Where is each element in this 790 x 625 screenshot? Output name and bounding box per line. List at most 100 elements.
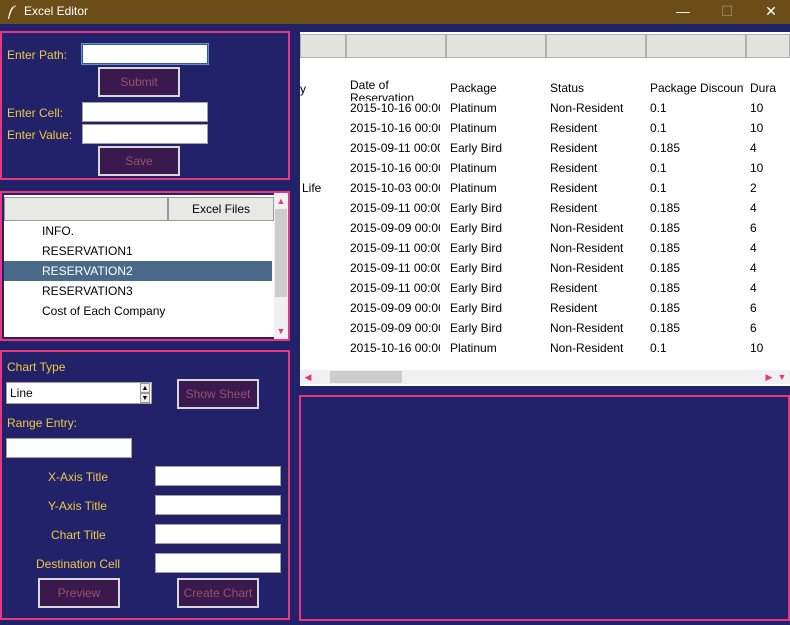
table-cell: Early Bird xyxy=(450,301,503,315)
table-cell: 0.1 xyxy=(650,101,667,115)
cell-label: Enter Cell: xyxy=(7,106,64,120)
table-cell: 4 xyxy=(750,241,757,255)
table-cell: 0.185 xyxy=(650,221,681,235)
table-cell: 2015-10-16 00:00:00 xyxy=(350,161,440,175)
list-item-selected[interactable]: RESERVATION2 xyxy=(4,261,272,281)
x-axis-label: X-Axis Title xyxy=(48,470,109,484)
table-cell xyxy=(302,98,346,118)
table-cell: 2015-10-16 00:00:00 xyxy=(350,121,440,135)
table-cell: Platinum xyxy=(450,341,497,355)
table-cell xyxy=(302,258,346,278)
table-cell: 0.1 xyxy=(650,341,667,355)
range-label: Range Entry: xyxy=(7,416,78,430)
maximize-button[interactable]: ☐ xyxy=(704,0,750,24)
scroll-down-icon[interactable]: ▼ xyxy=(275,325,287,337)
table-cell: Non-Resident xyxy=(550,261,624,275)
feather-icon xyxy=(8,4,16,19)
sheet-list-panel: Excel Files INFO. RESERVATION1 RESERVATI… xyxy=(0,191,290,341)
list-header-excel-files[interactable]: Excel Files xyxy=(168,197,274,221)
table-cell: 10 xyxy=(750,341,764,355)
list-item[interactable]: RESERVATION3 xyxy=(4,281,272,301)
table-cell: 0.185 xyxy=(650,141,681,155)
table-cell: 10 xyxy=(750,101,764,115)
table-cell xyxy=(302,198,346,218)
list-item[interactable]: RESERVATION1 xyxy=(4,241,272,261)
chart-title-input[interactable] xyxy=(155,524,281,544)
table-cell: 2 xyxy=(750,181,757,195)
x-axis-input[interactable] xyxy=(155,466,281,486)
table-cell: 10 xyxy=(750,161,764,175)
column-header-button[interactable] xyxy=(300,34,346,58)
chart-title-label: Chart Title xyxy=(51,528,106,542)
column-header-button[interactable] xyxy=(646,34,746,58)
table-cell: 2015-10-16 00:00:00 xyxy=(350,101,440,115)
chart-preview-area xyxy=(299,395,790,621)
window-title: Excel Editor xyxy=(24,4,89,18)
table-cell: 6 xyxy=(750,321,757,335)
table-cell: Resident xyxy=(550,201,598,215)
path-input[interactable] xyxy=(81,43,209,65)
table-cell: 6 xyxy=(750,301,757,315)
table-cell: Resident xyxy=(550,121,598,135)
cell-input[interactable] xyxy=(82,102,208,122)
destination-input[interactable] xyxy=(155,553,281,573)
list-item[interactable]: INFO. xyxy=(4,221,272,241)
table-cell: Non-Resident xyxy=(550,321,624,335)
value-label: Enter Value: xyxy=(7,128,73,142)
list-vertical-scrollbar[interactable]: ▲ ▼ xyxy=(274,193,288,339)
spin-up-icon[interactable]: ▲ xyxy=(140,383,150,393)
show-sheet-button[interactable]: Show Sheet xyxy=(177,379,259,409)
table-cell: Resident xyxy=(550,181,598,195)
list-header-left xyxy=(4,197,168,221)
table-cell: Non-Resident xyxy=(550,221,624,235)
column-header-button[interactable] xyxy=(546,34,646,58)
scroll-up-icon[interactable]: ▲ xyxy=(275,195,287,207)
chart-type-spinbox[interactable]: Line ▲ ▼ xyxy=(6,382,152,404)
table-cell: Platinum xyxy=(450,181,497,195)
value-input[interactable] xyxy=(82,124,208,144)
table-cell: 0.185 xyxy=(650,281,681,295)
submit-button[interactable]: Submit xyxy=(98,67,180,97)
scroll-left-icon[interactable]: ◀ xyxy=(302,371,314,383)
table-cell: 2015-09-11 00:00:00 xyxy=(350,201,440,215)
spin-down-icon[interactable]: ▼ xyxy=(140,393,150,403)
minimize-button[interactable]: — xyxy=(660,0,706,24)
table-cell: Non-Resident xyxy=(550,101,624,115)
scroll-right-icon[interactable]: ▶ xyxy=(763,371,775,383)
h-scroll-thumb[interactable] xyxy=(330,371,402,383)
column-header-button[interactable] xyxy=(446,34,546,58)
table-cell: 2015-09-09 00:00:00 xyxy=(350,221,440,235)
scroll-down-icon[interactable]: ▼ xyxy=(776,371,788,383)
preview-button[interactable]: Preview xyxy=(38,578,120,608)
y-axis-input[interactable] xyxy=(155,495,281,515)
close-button[interactable]: ✕ xyxy=(748,0,790,24)
column-header-button[interactable] xyxy=(346,34,446,58)
scroll-thumb[interactable] xyxy=(275,209,287,297)
column-name: Package xyxy=(450,81,497,95)
table-cell: Resident xyxy=(550,161,598,175)
table-cell: 2015-10-16 00:00:00 xyxy=(350,341,440,355)
table-cell: 0.1 xyxy=(650,161,667,175)
sheet-listbox[interactable]: Excel Files INFO. RESERVATION1 RESERVATI… xyxy=(4,195,274,337)
table-cell: 2015-09-11 00:00:00 xyxy=(350,281,440,295)
table-cell: 0.185 xyxy=(650,241,681,255)
save-button[interactable]: Save xyxy=(98,146,180,176)
table-cell: Life xyxy=(302,181,322,195)
table-cell: Early Bird xyxy=(450,261,503,275)
list-item[interactable]: Cost of Each Company xyxy=(4,301,272,321)
table-cell: 2015-10-03 00:00:00 xyxy=(350,181,440,195)
horizontal-scrollbar[interactable]: ◀ ▶ ▼ xyxy=(300,370,790,384)
chart-panel: Chart Type Line ▲ ▼ Show Sheet Range Ent… xyxy=(0,350,290,620)
table-cell: 2015-09-11 00:00:00 xyxy=(350,141,440,155)
table-cell: 2015-09-11 00:00:00 xyxy=(350,261,440,275)
table-cell xyxy=(302,238,346,258)
table-cell: 2015-09-11 00:00:00 xyxy=(350,241,440,255)
create-chart-button[interactable]: Create Chart xyxy=(177,578,259,608)
table-cell: 6 xyxy=(750,221,757,235)
table-cell xyxy=(302,338,346,358)
table-cell: Resident xyxy=(550,281,598,295)
table-cell: 2015-09-09 00:00:00 xyxy=(350,321,440,335)
column-header-button[interactable] xyxy=(746,34,790,58)
range-input[interactable] xyxy=(6,438,132,458)
table-cell: 0.1 xyxy=(650,181,667,195)
